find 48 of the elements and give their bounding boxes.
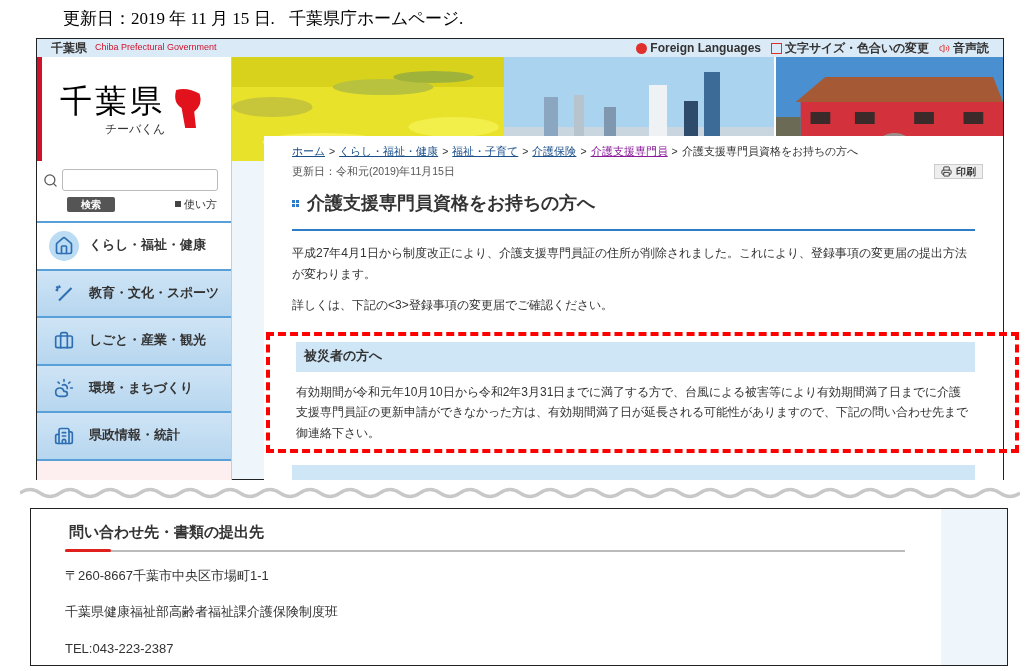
breadcrumb-link[interactable]: 福祉・子育て [452, 144, 519, 160]
section-heading: 被災者の方へ [296, 341, 975, 372]
bullet-icon [175, 201, 181, 208]
breadcrumb-current: 介護支援専門員資格をお持ちの方へ [681, 144, 858, 159]
nav-item[interactable]: 環境・まちづくり [37, 365, 231, 413]
breadcrumb-separator: > [671, 144, 678, 159]
site-name: 千葉県 [51, 40, 87, 57]
breadcrumb-link[interactable]: 介護支援専門員 [590, 144, 668, 160]
site-name-english: Chiba Prefectural Government [95, 41, 217, 55]
logo-title: 千葉県 [60, 82, 165, 120]
body-paragraph: 平成27年4月1日から制度改正により、介護支援専門員証の住所が削除されました。これにより、登録事項の変更届の提出方法が変わります。 [292, 244, 968, 283]
breadcrumb-separator: > [442, 144, 449, 159]
building-icon [54, 425, 74, 446]
body-paragraph: 詳しくは、下記の<3>登録事項の変更届でご確認ください。 [292, 296, 614, 314]
briefcase-icon [54, 330, 74, 351]
header-link[interactable]: 音声読 [939, 39, 989, 57]
breadcrumb-separator: > [580, 144, 587, 159]
search-button[interactable]: 検索 [67, 196, 115, 212]
nav-item[interactable]: 教育・文化・スポーツ [37, 270, 231, 318]
caption-source: 千葉県庁ホームページ. [288, 8, 464, 31]
help-link[interactable]: 使い方 [175, 196, 217, 213]
caption-date: 更新日：2019 年 11 月 15 日. [63, 8, 275, 31]
breadcrumb-link[interactable]: ホーム [292, 144, 325, 160]
speaker-icon [939, 42, 950, 54]
page-title: 介護支援専門員資格をお持ちの方へ [307, 191, 595, 215]
search-icon [43, 172, 58, 188]
nav-item[interactable]: 県政情報・統計 [37, 413, 231, 461]
breadcrumb-link[interactable]: 介護保険 [532, 144, 577, 160]
notice-paragraph: 有効期間が令和元年10月10日から令和2年3月31日までに満了する方で、台風による被害等により有効期間満了日までに介護支援専門員証の更新申請ができなかった方は、有効期間満了日が延長される可能性がありますので、下記の問い合わせ先まで御連絡下さい。 [296, 383, 969, 442]
bullet-icon [292, 199, 299, 207]
nav-item[interactable]: しごと・産業・観光 [37, 318, 231, 366]
breadcrumb-separator: > [329, 144, 336, 159]
house-icon [54, 235, 74, 256]
breadcrumb-link[interactable]: くらし・福祉・健康 [339, 144, 439, 160]
contact-heading: 問い合わせ先・書類の提出先 [68, 522, 265, 542]
header-link[interactable]: 文字サイズ・色合いの変更 [771, 39, 929, 57]
contact-line: 〒260-8667千葉市中央区市場町1-1 [65, 566, 270, 585]
printer-icon [941, 166, 952, 178]
breadcrumb-separator: > [522, 144, 529, 159]
cloud-sun-icon [54, 378, 74, 399]
updated-date: 更新日：令和元(2019)年11月15日 [292, 163, 455, 179]
search-field[interactable] [62, 169, 218, 191]
print-button[interactable]: 印刷 [934, 164, 983, 180]
contact-line: 千葉県健康福祉部高齢者福祉課介護保険制度班 [65, 603, 339, 621]
bat-icon [54, 283, 74, 304]
header-link[interactable]: Foreign Languages [636, 39, 761, 57]
contact-line: TEL:043-223-2387 [65, 639, 175, 658]
mascot-caption: チーバくん [105, 122, 165, 136]
